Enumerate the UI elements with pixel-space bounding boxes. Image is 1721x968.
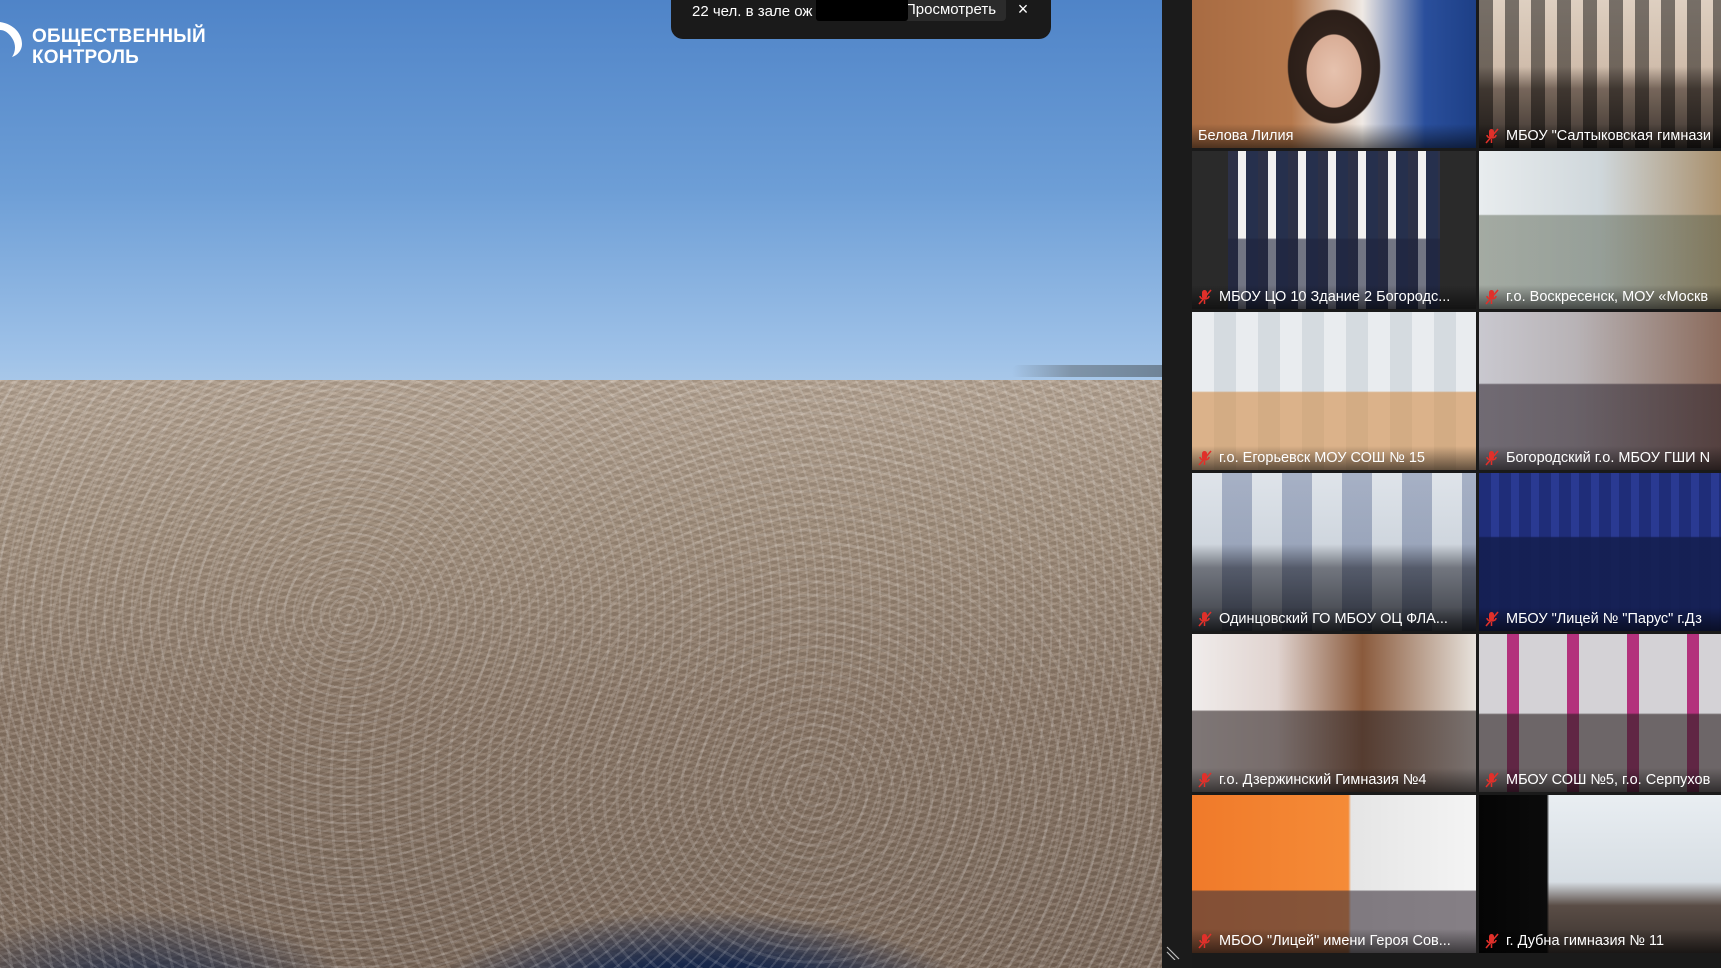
logo-mark-icon: [0, 22, 22, 57]
resize-grip-icon[interactable]: [1165, 944, 1181, 960]
participant-name: МБОУ ЦО 10 Здание 2 Богородс...: [1219, 289, 1451, 305]
participant-name: г.о. Дзержинский Гимназия №4: [1219, 772, 1427, 788]
participant-name-bar: г. Дубна гимназия № 11: [1479, 929, 1721, 953]
participant-name: г. Дубна гимназия № 11: [1506, 933, 1665, 949]
participant-name-bar: Белова Лилия: [1192, 124, 1476, 148]
participant-name-bar: г.о. Дзержинский Гимназия №4: [1192, 768, 1476, 792]
participant-tile[interactable]: г.о. Воскресенск, МОУ «Москв: [1479, 151, 1721, 309]
participant-tile[interactable]: МБОУ "Салтыковская гимнази: [1479, 0, 1721, 148]
mic-muted-icon: [1485, 450, 1499, 466]
participant-tile[interactable]: МБОУ "Лицей № "Парус" г.Дз: [1479, 473, 1721, 631]
watermark-logo: ОБЩЕСТВЕННЫЙ КОНТРОЛЬ: [0, 18, 206, 68]
shared-image-horizon: [1012, 365, 1162, 377]
view-button-label: Просмотреть: [905, 0, 997, 18]
mic-muted-icon: [1485, 611, 1499, 627]
participant-name: г.о. Воскресенск, МОУ «Москв: [1506, 289, 1709, 305]
participant-tile[interactable]: Белова Лилия: [1192, 0, 1476, 148]
shared-image-debris: [0, 380, 1162, 968]
mic-muted-icon: [1198, 289, 1212, 305]
participant-tile[interactable]: МБОО "Лицей" имени Героя Сов...: [1192, 795, 1476, 953]
mic-muted-icon: [1485, 772, 1499, 788]
participant-tile[interactable]: Одинцовский ГО МБОУ ОЦ ФЛА...: [1192, 473, 1476, 631]
logo-text-line1: ОБЩЕСТВЕННЫЙ: [32, 26, 206, 47]
mic-muted-icon: [1198, 772, 1212, 788]
participant-tile[interactable]: МБОУ СОШ №5, г.о. Серпухов: [1479, 634, 1721, 792]
mic-muted-icon: [1485, 128, 1499, 144]
logo-text: ОБЩЕСТВЕННЫЙ КОНТРОЛЬ: [32, 26, 206, 68]
close-icon: ×: [1017, 0, 1029, 19]
participant-name: Богородский г.о. МБОУ ГШИ N: [1506, 450, 1711, 466]
mic-muted-icon: [1198, 450, 1212, 466]
participant-gallery: Белова Лилия МБОУ "Салтыковская гимнази …: [1192, 0, 1721, 968]
participant-tile[interactable]: г.о. Егорьевск МОУ СОШ № 15: [1192, 312, 1476, 470]
waiting-room-text: 22 чел. в зале ож: [692, 3, 813, 20]
mic-muted-icon: [1485, 933, 1499, 949]
logo-text-line2: КОНТРОЛЬ: [32, 47, 140, 68]
participant-name-bar: г.о. Егорьевск МОУ СОШ № 15: [1192, 446, 1476, 470]
participant-name-bar: Одинцовский ГО МБОУ ОЦ ФЛА...: [1192, 607, 1476, 631]
participant-tile[interactable]: МБОУ ЦО 10 Здание 2 Богородс...: [1192, 151, 1476, 309]
video-conference-window: ОБЩЕСТВЕННЫЙ КОНТРОЛЬ 22 чел. в зале ож …: [0, 0, 1721, 968]
participant-name: МБОУ СОШ №5, г.о. Серпухов: [1506, 772, 1711, 788]
participant-name-bar: Богородский г.о. МБОУ ГШИ N: [1479, 446, 1721, 470]
participant-tile[interactable]: г.о. Дзержинский Гимназия №4: [1192, 634, 1476, 792]
participant-name: Белова Лилия: [1198, 128, 1294, 144]
mic-muted-icon: [1485, 289, 1499, 305]
participant-name: МБОО "Лицей" имени Героя Сов...: [1219, 933, 1451, 949]
participant-name-bar: МБОО "Лицей" имени Героя Сов...: [1192, 929, 1476, 953]
mic-muted-icon: [1198, 611, 1212, 627]
participant-name: МБОУ "Салтыковская гимнази: [1506, 128, 1711, 144]
participant-name: г.о. Егорьевск МОУ СОШ № 15: [1219, 450, 1425, 466]
waiting-room-notification: 22 чел. в зале ож Просмотреть ×: [671, 0, 1051, 39]
mic-muted-icon: [1198, 933, 1212, 949]
participant-name: Одинцовский ГО МБОУ ОЦ ФЛА...: [1219, 611, 1448, 627]
split-view-divider[interactable]: [1162, 0, 1192, 968]
close-notification-button[interactable]: ×: [1011, 0, 1035, 21]
participant-name-bar: МБОУ ЦО 10 Здание 2 Богородс...: [1192, 285, 1476, 309]
participant-tile[interactable]: г. Дубна гимназия № 11: [1479, 795, 1721, 953]
participant-name: МБОУ "Лицей № "Парус" г.Дз: [1506, 611, 1702, 627]
redaction-box: [816, 0, 908, 21]
participant-name-bar: МБОУ "Салтыковская гимнази: [1479, 124, 1721, 148]
participant-tile[interactable]: Богородский г.о. МБОУ ГШИ N: [1479, 312, 1721, 470]
participant-name-bar: МБОУ "Лицей № "Парус" г.Дз: [1479, 607, 1721, 631]
participant-name-bar: г.о. Воскресенск, МОУ «Москв: [1479, 285, 1721, 309]
shared-screen-view: ОБЩЕСТВЕННЫЙ КОНТРОЛЬ 22 чел. в зале ож …: [0, 0, 1162, 968]
participant-name-bar: МБОУ СОШ №5, г.о. Серпухов: [1479, 768, 1721, 792]
